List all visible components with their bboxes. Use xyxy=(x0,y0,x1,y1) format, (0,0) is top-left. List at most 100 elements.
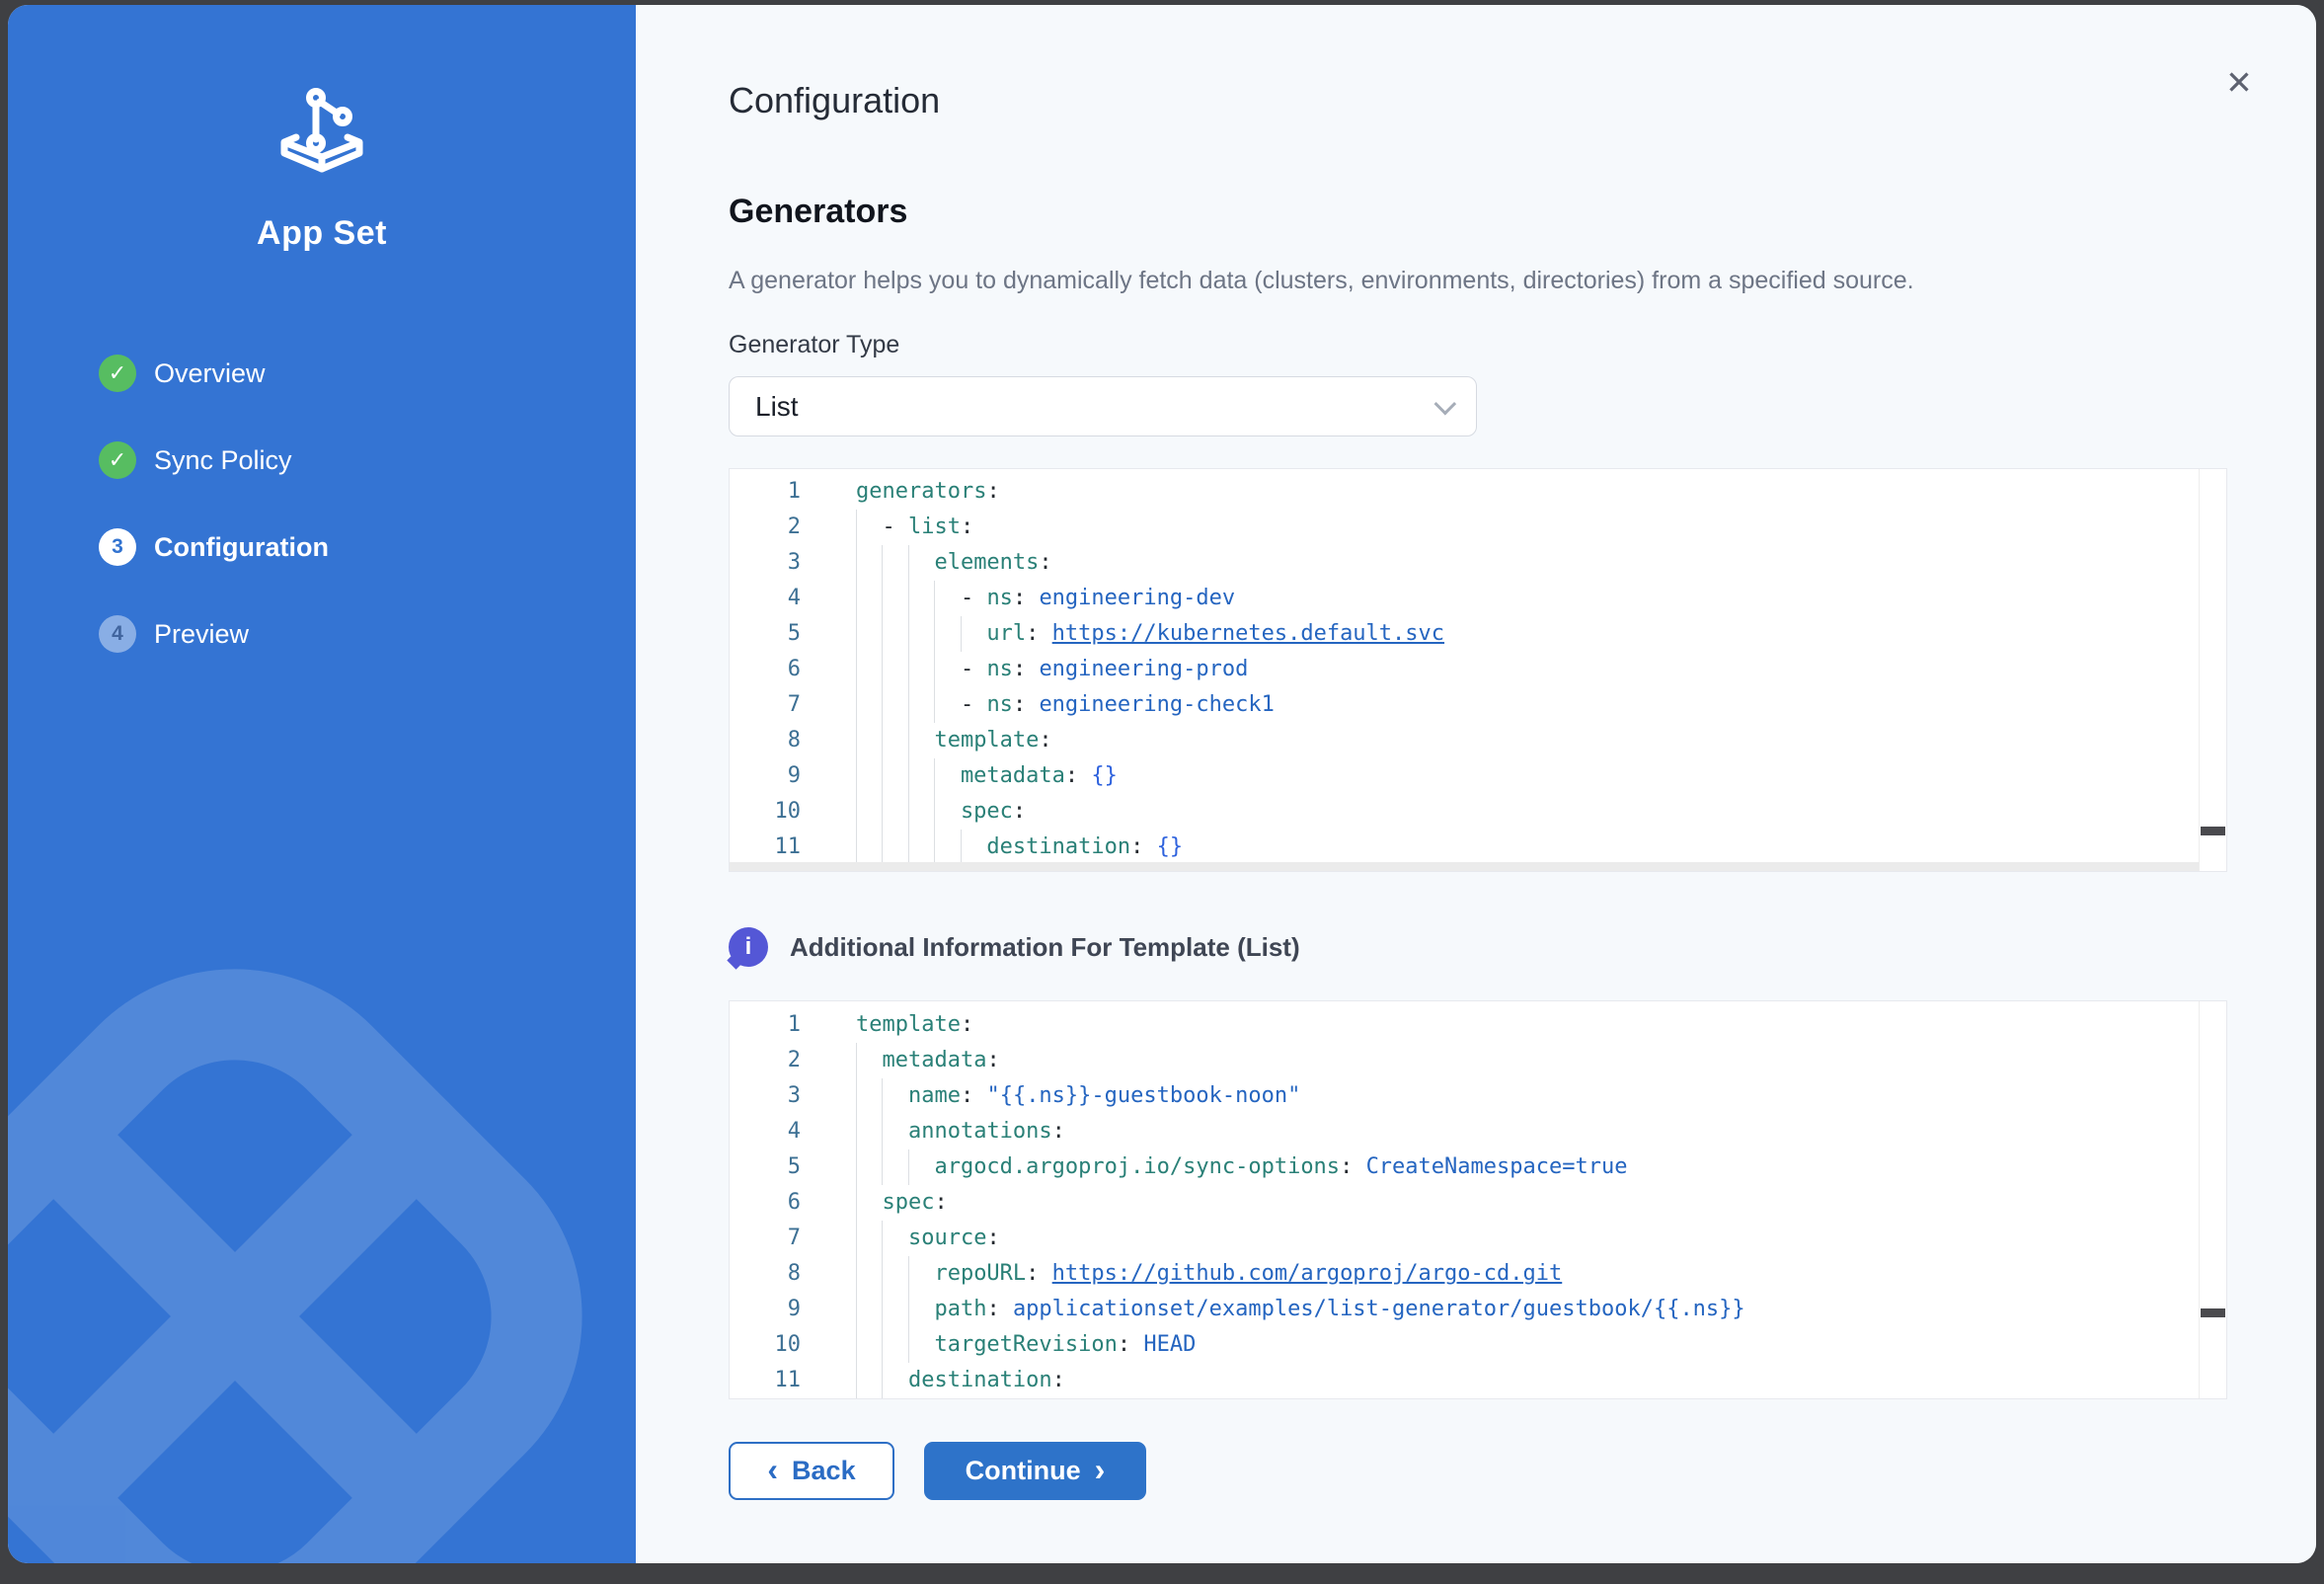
chevron-right-icon: › xyxy=(1095,1454,1106,1485)
code-text: - ns: engineering-check1 xyxy=(856,687,1275,723)
line-number: 9 xyxy=(730,1292,801,1327)
sidebar-step-configuration[interactable]: 3 Configuration xyxy=(99,525,606,569)
code-text: destination: xyxy=(856,1363,1065,1398)
vertical-scrollbar[interactable] xyxy=(2199,469,2226,871)
line-number: 5 xyxy=(730,616,801,652)
wizard-sidebar: App Set ✓Overview✓Sync Policy3Configurat… xyxy=(8,5,636,1563)
code-line: 6 spec: xyxy=(730,1185,2199,1221)
code-text: url: https://kubernetes.default.svc xyxy=(856,616,1444,652)
scrollbar-thumb[interactable] xyxy=(2201,827,2225,835)
code-line: 4 annotations: xyxy=(730,1114,2199,1149)
code-line: 8template: xyxy=(730,723,2199,758)
generator-yaml-editor[interactable]: 1generators:2- list:3elements:4- ns: eng… xyxy=(729,468,2227,872)
step-number: 4 xyxy=(99,615,136,653)
back-button-label: Back xyxy=(792,1456,856,1486)
code-text: metadata: {} xyxy=(856,758,1118,794)
code-lines: 1 template: 2 metadata: 3 name: "{{.ns}}-gues… xyxy=(730,1001,2199,1398)
code-line: 2 metadata: xyxy=(730,1043,2199,1078)
line-number: 1 xyxy=(730,1007,801,1043)
appset-logo-icon xyxy=(8,88,636,180)
info-icon: i xyxy=(729,927,768,967)
line-number: 6 xyxy=(730,652,801,687)
code-line: 11 destination: {} xyxy=(730,830,2199,865)
back-button[interactable]: ‹ Back xyxy=(729,1442,894,1500)
code-text: path: applicationset/examples/list-gener… xyxy=(856,1292,1745,1327)
generators-description: A generator helps you to dynamically fet… xyxy=(729,267,1914,295)
code-line: 1generators: xyxy=(730,474,2199,510)
line-number: 2 xyxy=(730,1043,801,1078)
step-number: 3 xyxy=(99,528,136,566)
appset-wizard-modal: App Set ✓Overview✓Sync Policy3Configurat… xyxy=(8,5,2316,1563)
code-text: destination: {} xyxy=(856,830,1183,865)
code-line: 7 - ns: engineering-check1 xyxy=(730,687,2199,723)
code-line: 10 targetRevision: HEAD xyxy=(730,1327,2199,1363)
step-label: Sync Policy xyxy=(154,445,292,476)
code-line: 9 path: applicationset/examples/list-gene… xyxy=(730,1292,2199,1327)
app-title: App Set xyxy=(8,214,636,253)
horizontal-scrollbar[interactable] xyxy=(730,862,2199,871)
code-line: 7 source: xyxy=(730,1221,2199,1256)
line-number: 10 xyxy=(730,794,801,830)
line-number: 2 xyxy=(730,510,801,545)
check-icon: ✓ xyxy=(99,355,136,392)
continue-button[interactable]: Continue › xyxy=(924,1442,1146,1500)
code-text: source: xyxy=(856,1221,1000,1256)
line-number: 11 xyxy=(730,1363,801,1398)
code-text: targetRevision: HEAD xyxy=(856,1327,1196,1363)
page-title: Configuration xyxy=(729,80,940,121)
code-line: 6 - ns: engineering-prod xyxy=(730,652,2199,687)
step-label: Configuration xyxy=(154,532,329,563)
line-number: 1 xyxy=(730,474,801,510)
line-number: 11 xyxy=(730,830,801,865)
line-number: 10 xyxy=(730,1327,801,1363)
code-text: template: xyxy=(856,723,1052,758)
code-line: 5 url: https://kubernetes.default.svc xyxy=(730,616,2199,652)
code-text: - ns: engineering-prod xyxy=(856,652,1248,687)
sidebar-step-overview[interactable]: ✓Overview xyxy=(99,352,606,395)
code-line: 4 - ns: engineering-dev xyxy=(730,581,2199,616)
line-number: 9 xyxy=(730,758,801,794)
code-text: repoURL: https://github.com/argoproj/arg… xyxy=(856,1256,1562,1292)
code-text: spec: xyxy=(856,1185,948,1221)
code-text: name: "{{.ns}}-guestbook-noon" xyxy=(856,1078,1300,1114)
vertical-scrollbar[interactable] xyxy=(2199,1001,2226,1398)
continue-button-label: Continue xyxy=(966,1456,1081,1486)
chevron-down-icon xyxy=(1434,392,1457,415)
code-text: template: xyxy=(856,1007,973,1043)
code-line: 1 template: xyxy=(730,1007,2199,1043)
generators-heading: Generators xyxy=(729,193,907,231)
line-number: 4 xyxy=(730,581,801,616)
step-label: Preview xyxy=(154,619,249,650)
code-text: metadata: xyxy=(856,1043,1000,1078)
generator-type-select[interactable]: List xyxy=(729,376,1477,436)
generator-type-value: List xyxy=(755,391,1434,423)
line-number: 4 xyxy=(730,1114,801,1149)
additional-info-row: i Additional Information For Template (L… xyxy=(729,927,1300,967)
line-number: 7 xyxy=(730,1221,801,1256)
sidebar-step-preview[interactable]: 4 Preview xyxy=(99,612,606,656)
code-line: 5argocd.argoproj.io/sync-options: Create… xyxy=(730,1149,2199,1185)
wizard-footer: ‹ Back Continue › xyxy=(729,1442,1146,1500)
code-line: 2 - list: xyxy=(730,510,2199,545)
check-icon: ✓ xyxy=(99,441,136,479)
generator-type-label: Generator Type xyxy=(729,331,899,359)
code-line: 8 repoURL: https://github.com/argoproj/ar… xyxy=(730,1256,2199,1292)
close-icon[interactable]: ✕ xyxy=(2217,60,2261,104)
additional-info-label: Additional Information For Template (Lis… xyxy=(790,932,1300,963)
code-text: elements: xyxy=(856,545,1052,581)
code-text: - ns: engineering-dev xyxy=(856,581,1235,616)
template-yaml-editor[interactable]: 1 template: 2 metadata: 3 name: "{{.ns}}-gues… xyxy=(729,1000,2227,1399)
code-line: 3 name: "{{.ns}}-guestbook-noon" xyxy=(730,1078,2199,1114)
scrollbar-thumb[interactable] xyxy=(2201,1308,2225,1317)
line-number: 6 xyxy=(730,1185,801,1221)
code-text: annotations: xyxy=(856,1114,1065,1149)
code-text: - list: xyxy=(856,510,973,545)
code-line: 9 metadata: {} xyxy=(730,758,2199,794)
line-number: 7 xyxy=(730,687,801,723)
sidebar-step-sync-policy[interactable]: ✓ Sync Policy xyxy=(99,438,606,482)
line-number: 8 xyxy=(730,1256,801,1292)
configuration-panel: ✕ Configuration Generators A generator h… xyxy=(636,5,2316,1563)
line-number: 3 xyxy=(730,1078,801,1114)
line-number: 5 xyxy=(730,1149,801,1185)
code-text: spec: xyxy=(856,794,1026,830)
